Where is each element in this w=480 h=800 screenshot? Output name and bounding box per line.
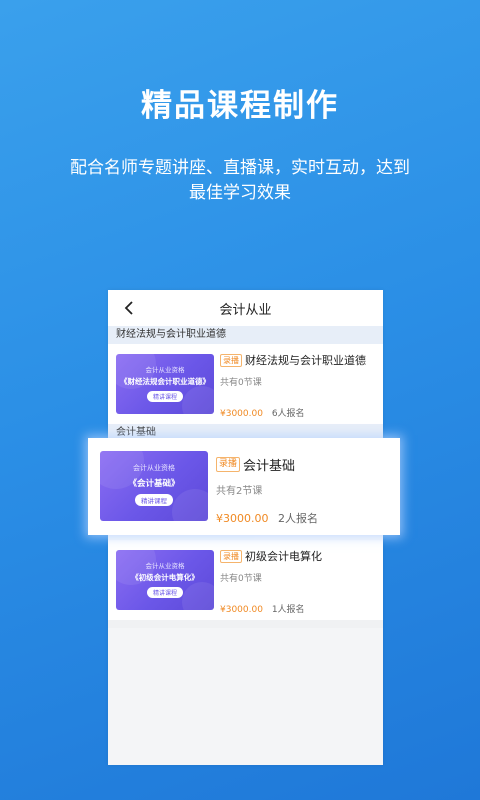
course-name: 会计基础: [243, 459, 296, 474]
subtitle: 配合名师专题讲座、直播课，实时互动，达到最佳学习效果: [70, 158, 410, 203]
thumb-line1: 会计从业资格: [133, 464, 175, 472]
lesson-count: 共有0节课: [220, 574, 262, 584]
course-name: 初级会计电算化: [245, 550, 322, 563]
course-tag: 录播: [220, 353, 242, 367]
thumb-badge: 精讲课程: [135, 494, 173, 506]
course-item[interactable]: 会计从业资格 《初级会计电算化》 精讲课程 录播 初级会计电算化 共有0节课 ¥…: [108, 540, 383, 620]
thumb-line2: 《会计基础》: [128, 479, 180, 489]
course-thumbnail: 会计从业资格 《财经法规会计职业道德》 精讲课程: [116, 354, 214, 414]
course-price: ¥3000.00: [216, 512, 269, 525]
lesson-count: 共有0节课: [220, 378, 262, 388]
course-info: 录播 初级会计电算化 共有0节课: [220, 548, 377, 584]
top-bar: 会计从业: [108, 290, 383, 326]
screen-title: 会计从业: [219, 302, 272, 318]
section-label: 财经法规与会计职业道德: [108, 326, 383, 344]
featured-course-card[interactable]: 会计从业资格 《会计基础》 精讲课程 录播 会计基础 共有2节课 ¥3000.0…: [88, 438, 400, 535]
course-info: 录播 会计基础 共有2节课: [216, 455, 394, 497]
enrolled-count: 2人报名: [278, 512, 318, 525]
headline: 精品课程制作: [141, 88, 339, 124]
course-thumbnail: 会计从业资格 《初级会计电算化》 精讲课程: [116, 550, 214, 610]
divider: [108, 620, 383, 628]
course-thumbnail: 会计从业资格 《会计基础》 精讲课程: [100, 451, 208, 521]
lesson-count: 共有2节课: [216, 486, 263, 497]
chevron-left-icon[interactable]: [122, 299, 136, 317]
thumb-line2: 《初级会计电算化》: [131, 573, 199, 582]
course-tag: 录播: [216, 457, 241, 472]
course-price: ¥3000.00: [220, 605, 263, 615]
thumb-badge: 精讲课程: [146, 391, 184, 402]
enrolled-count: 6人报名: [271, 409, 305, 419]
thumb-line1: 会计从业资格: [145, 366, 185, 374]
thumb-line2: 《财经法规会计职业道德》: [120, 377, 210, 386]
course-item[interactable]: 会计从业资格 《财经法规会计职业道德》 精讲课程 录播 财经法规与会计职业道德 …: [108, 344, 383, 424]
thumb-badge: 精讲课程: [146, 587, 184, 598]
course-name: 财经法规与会计职业道德: [245, 354, 366, 367]
enrolled-count: 1人报名: [271, 605, 305, 615]
course-info: 录播 财经法规与会计职业道德 共有0节课: [220, 352, 377, 388]
course-tag: 录播: [220, 549, 242, 563]
course-price: ¥3000.00: [220, 409, 263, 419]
thumb-line1: 会计从业资格: [145, 562, 185, 570]
